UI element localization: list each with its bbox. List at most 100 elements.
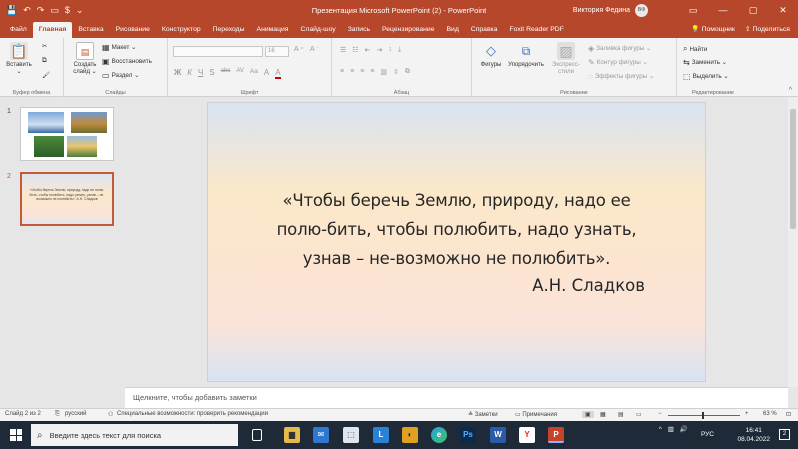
align-center-icon[interactable]: ≡: [350, 68, 354, 76]
slide-thumbnail-1[interactable]: [20, 107, 114, 161]
zoom-slider[interactable]: [668, 412, 740, 419]
avatar[interactable]: ВФ: [635, 3, 648, 17]
font-name-combo[interactable]: [173, 46, 263, 57]
cut-icon[interactable]: ✂: [42, 43, 47, 50]
replace-button[interactable]: ⇆ Заменить ⌄: [683, 58, 727, 67]
input-language[interactable]: РУС: [701, 431, 714, 438]
store-icon[interactable]: ⬚: [343, 427, 359, 443]
scrollbar-thumb[interactable]: [790, 109, 796, 229]
language-indicator[interactable]: русский: [65, 411, 87, 417]
comments-toggle[interactable]: ▭ Примечания: [515, 411, 557, 418]
tab-home[interactable]: Главная: [32, 22, 73, 38]
app-l-icon[interactable]: L: [373, 427, 389, 443]
quote-text[interactable]: «Чтобы беречь Землю, природу, надо ее по…: [208, 186, 705, 273]
minimize-button[interactable]: —: [708, 0, 738, 20]
tab-review[interactable]: Рецензирование: [376, 22, 440, 38]
char-spacing-button[interactable]: AV: [236, 68, 244, 79]
select-button[interactable]: ⬚ Выделить ⌄: [683, 72, 729, 81]
taskbar-clock[interactable]: 16:41 08.04.2022: [737, 426, 770, 444]
shape-effects-button[interactable]: ◌ Эффекты фигуры ⌄: [588, 72, 654, 81]
font-size-combo[interactable]: 16: [265, 46, 289, 57]
task-view-icon[interactable]: [252, 429, 262, 441]
reset-button[interactable]: ▣ Восстановить: [102, 57, 152, 66]
photoshop-icon[interactable]: Ps: [460, 427, 476, 443]
increase-font-icon[interactable]: A ^: [294, 46, 303, 53]
file-explorer-icon[interactable]: ▆: [284, 427, 300, 443]
tab-insert[interactable]: Вставка: [72, 22, 109, 38]
copy-icon[interactable]: ⧉: [42, 57, 47, 65]
powerpoint-taskbar-icon[interactable]: P: [548, 427, 564, 443]
tab-draw[interactable]: Рисование: [110, 22, 156, 38]
shape-outline-button[interactable]: ✎ Контур фигуры ⌄: [588, 58, 648, 67]
format-painter-icon[interactable]: 🖌: [42, 71, 50, 79]
taskbar-search-box[interactable]: ⌕ Введите здесь текст для поиска: [31, 424, 238, 446]
vertical-scrollbar[interactable]: [788, 97, 798, 387]
collapse-ribbon-icon[interactable]: ^: [789, 87, 792, 94]
quick-styles-button[interactable]: ▨ Экспресс-стили: [548, 42, 584, 76]
volume-icon[interactable]: 🔊: [680, 425, 688, 433]
align-left-icon[interactable]: ≡: [340, 68, 344, 76]
zoom-level[interactable]: 63 %: [763, 411, 777, 417]
new-slide-button[interactable]: ▤ Создать слайд ⌄: [68, 42, 102, 76]
slide-canvas[interactable]: «Чтобы беречь Землю, природу, надо ее по…: [207, 102, 706, 382]
slide-thumbnail-2[interactable]: «Чтобы беречь Землю, природу, надо ее по…: [20, 172, 114, 226]
network-icon[interactable]: ▥: [668, 425, 674, 433]
shapes-button[interactable]: ◇ Фигуры: [474, 42, 508, 69]
qat-customize-icon[interactable]: ⌄: [76, 5, 84, 16]
underline-button[interactable]: Ч: [198, 68, 203, 79]
share-button[interactable]: ⇪ Поделиться: [745, 22, 790, 38]
shadow-button[interactable]: S: [209, 68, 214, 79]
bullets-icon[interactable]: ☰: [340, 46, 346, 54]
windows-start-icon[interactable]: [10, 429, 22, 441]
tab-slideshow[interactable]: Слайд-шоу: [294, 22, 341, 38]
maximize-button[interactable]: ▢: [738, 0, 768, 20]
font-color-button[interactable]: A: [275, 68, 281, 79]
tab-foxit[interactable]: Foxit Reader PDF: [503, 22, 569, 38]
present-icon[interactable]: ▭: [50, 5, 59, 16]
arrange-button[interactable]: ⧉ Упорядочить: [506, 42, 546, 69]
increase-indent-icon[interactable]: ⇥: [376, 46, 382, 54]
tab-transitions[interactable]: Переходы: [207, 22, 251, 38]
media-app-icon[interactable]: ◐: [402, 427, 418, 443]
word-icon[interactable]: W: [490, 427, 506, 443]
notes-toggle[interactable]: ≙ Заметки: [468, 411, 498, 418]
align-text-icon[interactable]: ⇳: [393, 68, 399, 76]
section-button[interactable]: ▭ Раздел ⌄: [102, 71, 139, 80]
find-button[interactable]: ⌕ Найти: [683, 44, 707, 54]
change-case-button[interactable]: Aa: [250, 68, 258, 79]
fit-slide-icon[interactable]: ⊡: [786, 411, 791, 418]
decrease-indent-icon[interactable]: ⇤: [365, 46, 371, 54]
user-account[interactable]: Виктория Федина ВФ: [573, 0, 648, 20]
reading-view-icon[interactable]: ▤: [618, 411, 624, 418]
bold-button[interactable]: Ж: [174, 68, 181, 79]
redo-icon[interactable]: ↷: [37, 5, 45, 16]
italic-button[interactable]: К: [187, 68, 192, 79]
line-spacing-icon[interactable]: ↕: [388, 46, 392, 54]
tab-view[interactable]: Вид: [441, 22, 465, 38]
edge-browser-icon[interactable]: e: [431, 427, 447, 443]
spellcheck-icon[interactable]: ⎘: [55, 411, 60, 418]
zoom-out-button[interactable]: −: [658, 411, 662, 417]
justify-icon[interactable]: ≡: [370, 68, 374, 76]
qat-more-icon[interactable]: $: [65, 5, 70, 15]
smartart-icon[interactable]: ⧉: [405, 68, 410, 76]
strikethrough-button[interactable]: abc: [221, 68, 231, 79]
normal-view-icon[interactable]: ▣: [582, 411, 594, 418]
tab-design[interactable]: Конструктор: [156, 22, 207, 38]
tab-help[interactable]: Справка: [465, 22, 504, 38]
clear-format-button[interactable]: A: [264, 68, 269, 79]
numbering-icon[interactable]: ☷: [352, 46, 358, 54]
tab-animations[interactable]: Анимация: [251, 22, 295, 38]
yandex-browser-icon[interactable]: Y: [519, 427, 535, 443]
align-right-icon[interactable]: ≡: [360, 68, 364, 76]
undo-icon[interactable]: ↶: [23, 5, 31, 16]
columns-icon[interactable]: ▥: [380, 68, 387, 76]
paste-button[interactable]: 📋 Вставить ⌄: [2, 42, 36, 76]
tray-chevron-icon[interactable]: ^: [659, 426, 662, 433]
layout-button[interactable]: ▦ Макет ⌄: [102, 43, 136, 52]
ribbon-display-options-icon[interactable]: ▭: [678, 0, 708, 20]
save-icon[interactable]: 💾: [6, 5, 17, 16]
slide-sorter-icon[interactable]: ▦: [600, 411, 606, 418]
notes-pane[interactable]: Щелкните, чтобы добавить заметки: [125, 387, 788, 408]
slideshow-view-icon[interactable]: ▭: [636, 411, 642, 418]
